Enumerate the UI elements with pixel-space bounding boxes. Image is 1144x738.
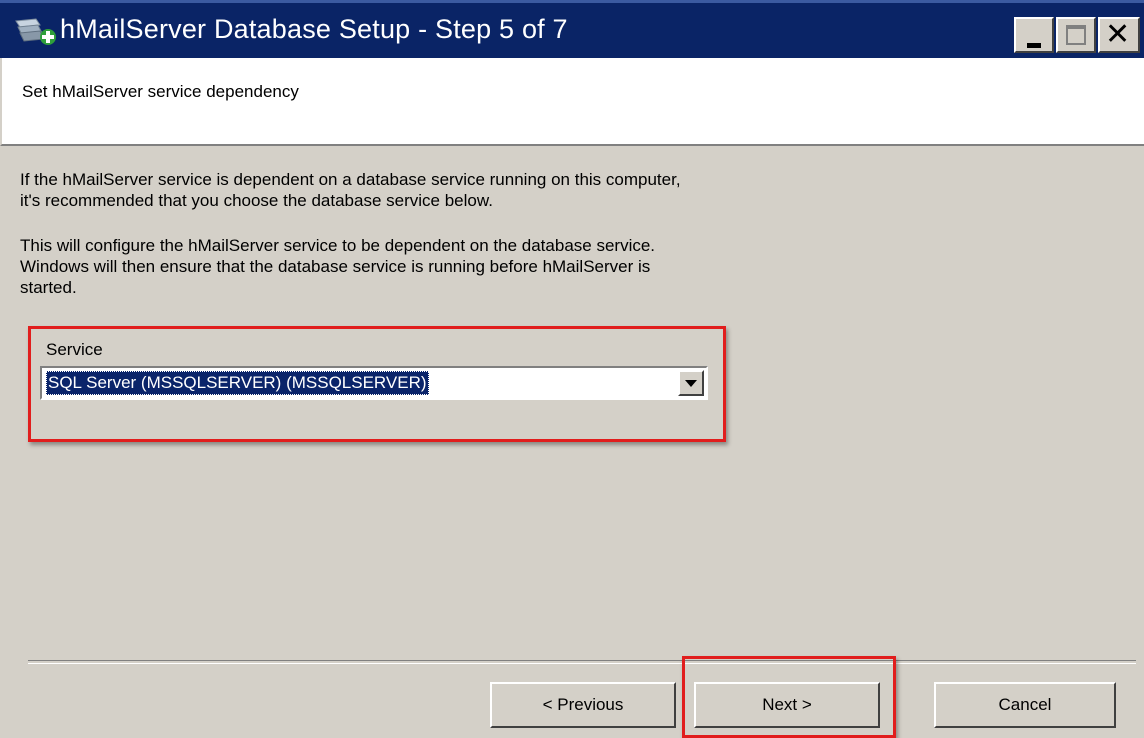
minimize-icon — [1027, 43, 1041, 48]
description-line: This will configure the hMailServer serv… — [20, 236, 656, 255]
description-line: If the hMailServer service is dependent … — [20, 170, 681, 189]
service-selected-value[interactable]: SQL Server (MSSQLSERVER) (MSSQLSERVER) — [46, 371, 429, 395]
title-bar[interactable]: hMailServer Database Setup - Step 5 of 7… — [0, 0, 1144, 58]
close-button[interactable]: ✕ — [1098, 17, 1140, 53]
next-highlight-annotation — [682, 656, 896, 738]
description-paragraph-2: This will configure the hMailServer serv… — [20, 235, 820, 298]
description-paragraph-1: If the hMailServer service is dependent … — [20, 169, 820, 211]
window-title: hMailServer Database Setup - Step 5 of 7 — [60, 14, 568, 44]
footer-separator — [28, 660, 1136, 664]
cancel-button[interactable]: Cancel — [934, 682, 1116, 728]
wizard-step-heading: Set hMailServer service dependency — [22, 82, 299, 101]
wizard-header: Set hMailServer service dependency — [0, 58, 1144, 146]
hmailserver-app-icon — [15, 18, 56, 45]
description-line: it's recommended that you choose the dat… — [20, 191, 493, 210]
maximize-button[interactable] — [1056, 17, 1096, 53]
close-icon: ✕ — [1105, 18, 1131, 51]
service-dropdown[interactable]: SQL Server (MSSQLSERVER) (MSSQLSERVER) — [40, 366, 708, 400]
description-line: started. — [20, 278, 77, 297]
dropdown-arrow-button[interactable] — [678, 370, 704, 396]
service-label: Service — [46, 340, 103, 359]
description-line: Windows will then ensure that the databa… — [20, 257, 651, 276]
maximize-icon — [1066, 25, 1086, 45]
previous-button[interactable]: < Previous — [490, 682, 676, 728]
chevron-down-icon — [685, 380, 697, 387]
minimize-button[interactable] — [1014, 17, 1054, 53]
